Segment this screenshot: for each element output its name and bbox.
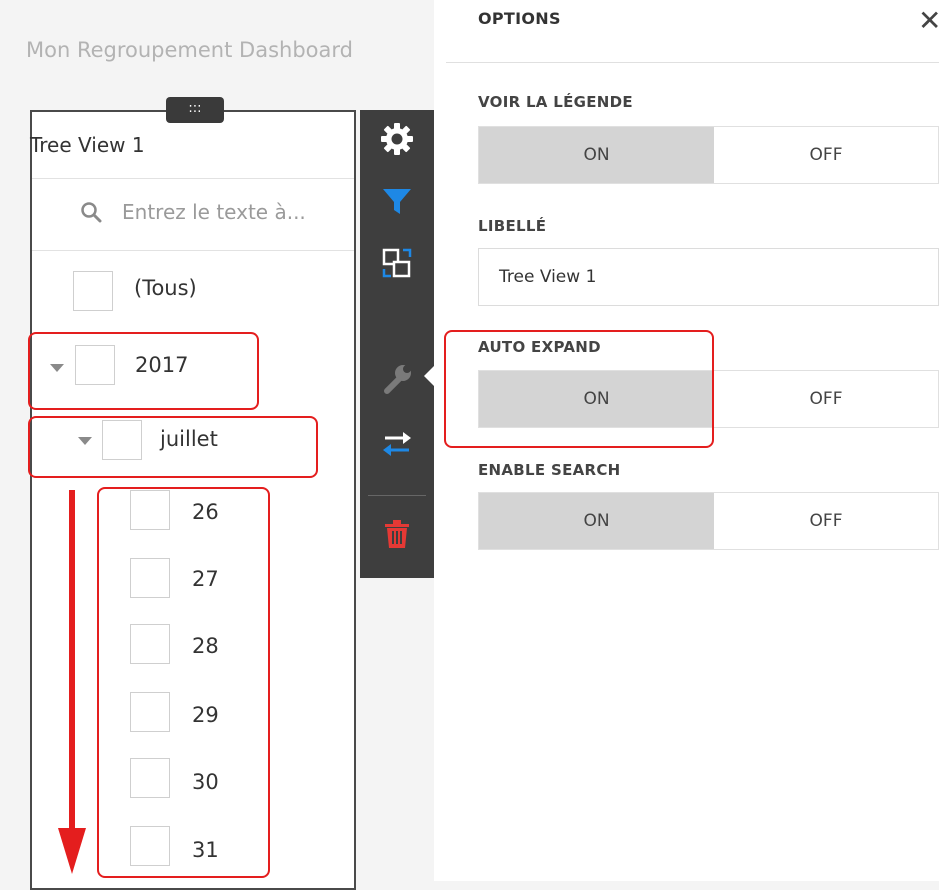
show-legend-toggle[interactable]: ON OFF (478, 126, 939, 184)
panel-pointer (424, 366, 434, 386)
toolbar-divider (368, 495, 426, 496)
show-legend-label: VOIR LA LÉGENDE (478, 93, 633, 111)
annotation-arrow-head (58, 828, 86, 874)
all-label: (Tous) (134, 276, 197, 300)
delete-button[interactable] (360, 505, 434, 567)
search-input[interactable]: Entrez le texte à... (122, 200, 306, 224)
enable-search-on[interactable]: ON (479, 493, 714, 549)
convert-button[interactable] (360, 234, 434, 296)
swap-icon (379, 426, 415, 466)
highlight-auto-expand (444, 330, 714, 448)
caption-input[interactable]: Tree View 1 (478, 248, 939, 306)
show-legend-off[interactable]: OFF (714, 127, 938, 183)
filter-icon (379, 183, 415, 223)
convert-icon (379, 245, 415, 285)
filter-button[interactable] (360, 172, 434, 234)
search-icon (80, 201, 102, 227)
dashboard-title: Mon Regroupement Dashboard (26, 38, 353, 62)
widget-toolbar (360, 110, 434, 578)
settings-button[interactable] (360, 110, 434, 172)
swap-button[interactable] (360, 415, 434, 477)
auto-expand-off[interactable]: OFF (714, 371, 938, 427)
highlight-month (28, 416, 318, 478)
show-legend-on[interactable]: ON (479, 127, 714, 183)
highlight-days (97, 487, 270, 878)
panel-divider (446, 62, 939, 63)
annotation-arrow (69, 490, 75, 835)
widget-title: Tree View 1 (30, 133, 145, 157)
panel-title: OPTIONS (478, 9, 561, 28)
options-button[interactable] (360, 350, 434, 412)
enable-search-toggle[interactable]: ON OFF (478, 492, 939, 550)
gear-icon (379, 121, 415, 161)
divider (32, 250, 354, 251)
checkbox-all[interactable] (73, 271, 113, 311)
divider (32, 178, 354, 179)
highlight-year (28, 332, 259, 410)
enable-search-off[interactable]: OFF (714, 493, 938, 549)
enable-search-label: ENABLE SEARCH (478, 461, 621, 479)
trash-icon (379, 516, 415, 556)
drag-handle[interactable]: ::: (166, 97, 224, 123)
caption-label: LIBELLÉ (478, 217, 547, 235)
wrench-icon (379, 361, 415, 401)
close-icon[interactable]: ✕ (918, 4, 939, 37)
